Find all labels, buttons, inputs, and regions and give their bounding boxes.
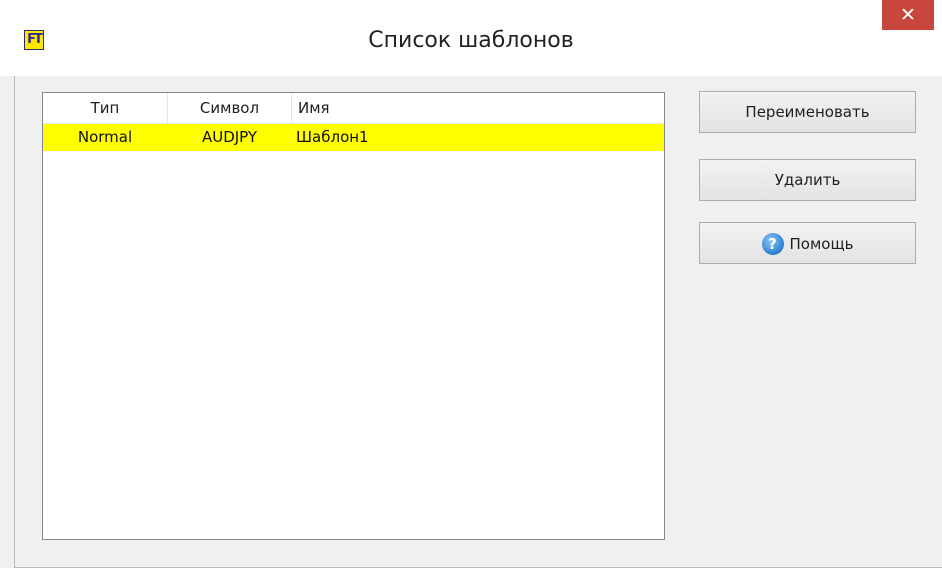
close-button[interactable]: ✕	[882, 0, 934, 30]
close-icon: ✕	[900, 4, 916, 26]
help-button-label: Помощь	[789, 234, 854, 253]
help-button-content: ? Помощь	[761, 224, 854, 264]
templates-dialog: FT Список шаблонов ✕ Тип Символ Имя Norm…	[0, 0, 942, 568]
column-header-name[interactable]: Имя	[298, 93, 658, 123]
cell-type: Normal	[77, 128, 133, 146]
title-bar[interactable]: FT Список шаблонов ✕	[0, 0, 942, 76]
help-button[interactable]: ? Помощь	[699, 222, 916, 264]
templates-list[interactable]: Тип Символ Имя Normal AUDJPY Шаблон1	[42, 92, 665, 540]
rename-button[interactable]: Переименовать	[699, 91, 916, 133]
list-header: Тип Символ Имя	[43, 93, 664, 124]
table-row[interactable]: Normal AUDJPY Шаблон1	[43, 124, 664, 151]
column-header-type[interactable]: Тип	[43, 93, 167, 123]
window-title: Список шаблонов	[368, 28, 574, 53]
column-divider[interactable]	[291, 93, 292, 123]
cell-symbol: AUDJPY	[201, 128, 258, 146]
delete-button[interactable]: Удалить	[699, 159, 916, 201]
question-circle-icon: ?	[761, 232, 784, 255]
cell-name: Шаблон1	[296, 128, 369, 146]
column-header-symbol[interactable]: Символ	[168, 93, 291, 123]
